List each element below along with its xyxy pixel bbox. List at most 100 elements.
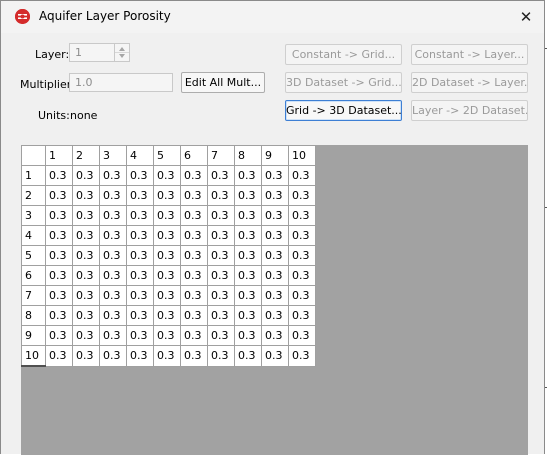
grid-cell[interactable]: 0.3	[261, 165, 289, 186]
grid-cell[interactable]: 0.3	[207, 265, 235, 286]
grid-cell[interactable]: 0.3	[288, 185, 316, 206]
grid-cell[interactable]: 0.3	[126, 265, 154, 286]
row-header[interactable]: 7	[21, 285, 46, 306]
title-bar[interactable]: Aquifer Layer Porosity ✕	[1, 1, 544, 33]
grid-cell[interactable]: 0.3	[288, 205, 316, 226]
grid-cell[interactable]: 0.3	[99, 285, 127, 306]
grid-cell[interactable]: 0.3	[72, 245, 100, 266]
grid-cell[interactable]: 0.3	[99, 225, 127, 246]
grid-cell[interactable]: 0.3	[180, 185, 208, 206]
grid-cell[interactable]: 0.3	[153, 185, 181, 206]
grid-cell[interactable]: 0.3	[45, 225, 73, 246]
grid-cell[interactable]: 0.3	[261, 205, 289, 226]
row-header[interactable]: 4	[21, 225, 46, 246]
grid-cell[interactable]: 0.3	[180, 325, 208, 346]
grid-cell[interactable]: 0.3	[153, 285, 181, 306]
grid-cell[interactable]: 0.3	[126, 345, 154, 367]
row-header[interactable]: 9	[21, 325, 46, 346]
grid-cell[interactable]: 0.3	[45, 265, 73, 286]
grid-cell[interactable]: 0.3	[153, 165, 181, 186]
grid-cell[interactable]: 0.3	[288, 225, 316, 246]
grid-cell[interactable]: 0.3	[180, 265, 208, 286]
grid-cell[interactable]: 0.3	[99, 325, 127, 346]
grid-cell[interactable]: 0.3	[126, 285, 154, 306]
grid-cell[interactable]: 0.3	[99, 185, 127, 206]
grid-cell[interactable]: 0.3	[45, 285, 73, 306]
grid-cell[interactable]: 0.3	[207, 285, 235, 306]
row-header[interactable]: 1	[21, 165, 46, 186]
grid-cell[interactable]: 0.3	[234, 325, 262, 346]
grid-cell[interactable]: 0.3	[153, 205, 181, 226]
spin-up-icon[interactable]	[119, 47, 125, 51]
multiplier-field[interactable]: 1.0	[69, 73, 173, 92]
grid-cell[interactable]: 0.3	[153, 305, 181, 326]
layer-to-2d-dataset-button[interactable]: Layer -> 2D Dataset...	[411, 100, 528, 121]
grid-cell[interactable]: 0.3	[72, 225, 100, 246]
edit-all-mult-button[interactable]: Edit All Mult...	[181, 72, 265, 93]
grid-cell[interactable]: 0.3	[261, 225, 289, 246]
grid-cell[interactable]: 0.3	[288, 165, 316, 186]
grid-cell[interactable]: 0.3	[207, 345, 235, 367]
grid-cell[interactable]: 0.3	[126, 325, 154, 346]
grid-cell[interactable]: 0.3	[99, 265, 127, 286]
grid-cell[interactable]: 0.3	[261, 245, 289, 266]
grid-cell[interactable]: 0.3	[180, 305, 208, 326]
grid-cell[interactable]: 0.3	[261, 265, 289, 286]
grid-cell[interactable]: 0.3	[207, 325, 235, 346]
grid-cell[interactable]: 0.3	[126, 185, 154, 206]
column-header[interactable]: 9	[261, 145, 289, 166]
grid-cell[interactable]: 0.3	[126, 305, 154, 326]
grid-cell[interactable]: 0.3	[72, 305, 100, 326]
grid-cell[interactable]: 0.3	[288, 345, 316, 367]
2d-dataset-to-layer-button[interactable]: 2D Dataset -> Layer...	[411, 72, 528, 93]
column-header[interactable]: 8	[234, 145, 262, 166]
grid-cell[interactable]: 0.3	[126, 205, 154, 226]
grid-cell[interactable]: 0.3	[99, 245, 127, 266]
grid-cell[interactable]: 0.3	[180, 345, 208, 367]
row-header[interactable]: 8	[21, 305, 46, 326]
grid-cell[interactable]: 0.3	[153, 345, 181, 367]
grid-cell[interactable]: 0.3	[207, 185, 235, 206]
grid-cell[interactable]: 0.3	[72, 165, 100, 186]
grid-cell[interactable]: 0.3	[207, 305, 235, 326]
grid-cell[interactable]: 0.3	[261, 285, 289, 306]
grid-cell[interactable]: 0.3	[207, 245, 235, 266]
3d-dataset-to-grid-button[interactable]: 3D Dataset -> Grid...	[285, 72, 402, 93]
grid-cell[interactable]: 0.3	[261, 325, 289, 346]
grid-cell[interactable]: 0.3	[153, 325, 181, 346]
row-header[interactable]: 2	[21, 185, 46, 206]
grid-cell[interactable]: 0.3	[72, 265, 100, 286]
grid-cell[interactable]: 0.3	[153, 245, 181, 266]
grid-cell[interactable]: 0.3	[234, 305, 262, 326]
grid-cell[interactable]: 0.3	[180, 165, 208, 186]
column-header[interactable]: 5	[153, 145, 181, 166]
row-header[interactable]: 3	[21, 205, 46, 226]
column-header[interactable]: 1	[45, 145, 73, 166]
grid-cell[interactable]: 0.3	[288, 305, 316, 326]
grid-cell[interactable]: 0.3	[153, 225, 181, 246]
grid-cell[interactable]: 0.3	[207, 165, 235, 186]
row-header[interactable]: 10	[21, 345, 46, 367]
grid-cell[interactable]: 0.3	[72, 345, 100, 367]
layer-spinner[interactable]	[114, 43, 130, 62]
grid-cell[interactable]: 0.3	[261, 185, 289, 206]
grid-cell[interactable]: 0.3	[45, 205, 73, 226]
grid-cell[interactable]: 0.3	[45, 185, 73, 206]
grid-cell[interactable]: 0.3	[234, 165, 262, 186]
constant-to-grid-button[interactable]: Constant -> Grid...	[285, 44, 402, 65]
grid-cell[interactable]: 0.3	[288, 285, 316, 306]
grid-cell[interactable]: 0.3	[126, 245, 154, 266]
grid-to-3d-dataset-button[interactable]: Grid -> 3D Dataset...	[285, 100, 402, 121]
grid-cell[interactable]: 0.3	[234, 285, 262, 306]
porosity-grid[interactable]: 1 2 3 4 5 6 7 8 9 10 1 0.3 0.3 0.3 0.3 0.3 0.3…	[21, 145, 316, 367]
grid-cell[interactable]: 0.3	[234, 185, 262, 206]
column-header[interactable]: 3	[99, 145, 127, 166]
column-header[interactable]: 10	[288, 145, 316, 166]
grid-cell[interactable]: 0.3	[45, 165, 73, 186]
grid-cell[interactable]: 0.3	[261, 305, 289, 326]
grid-cell[interactable]: 0.3	[99, 205, 127, 226]
grid-cell[interactable]: 0.3	[180, 205, 208, 226]
column-header[interactable]: 2	[72, 145, 100, 166]
row-header[interactable]: 6	[21, 265, 46, 286]
grid-cell[interactable]: 0.3	[153, 265, 181, 286]
